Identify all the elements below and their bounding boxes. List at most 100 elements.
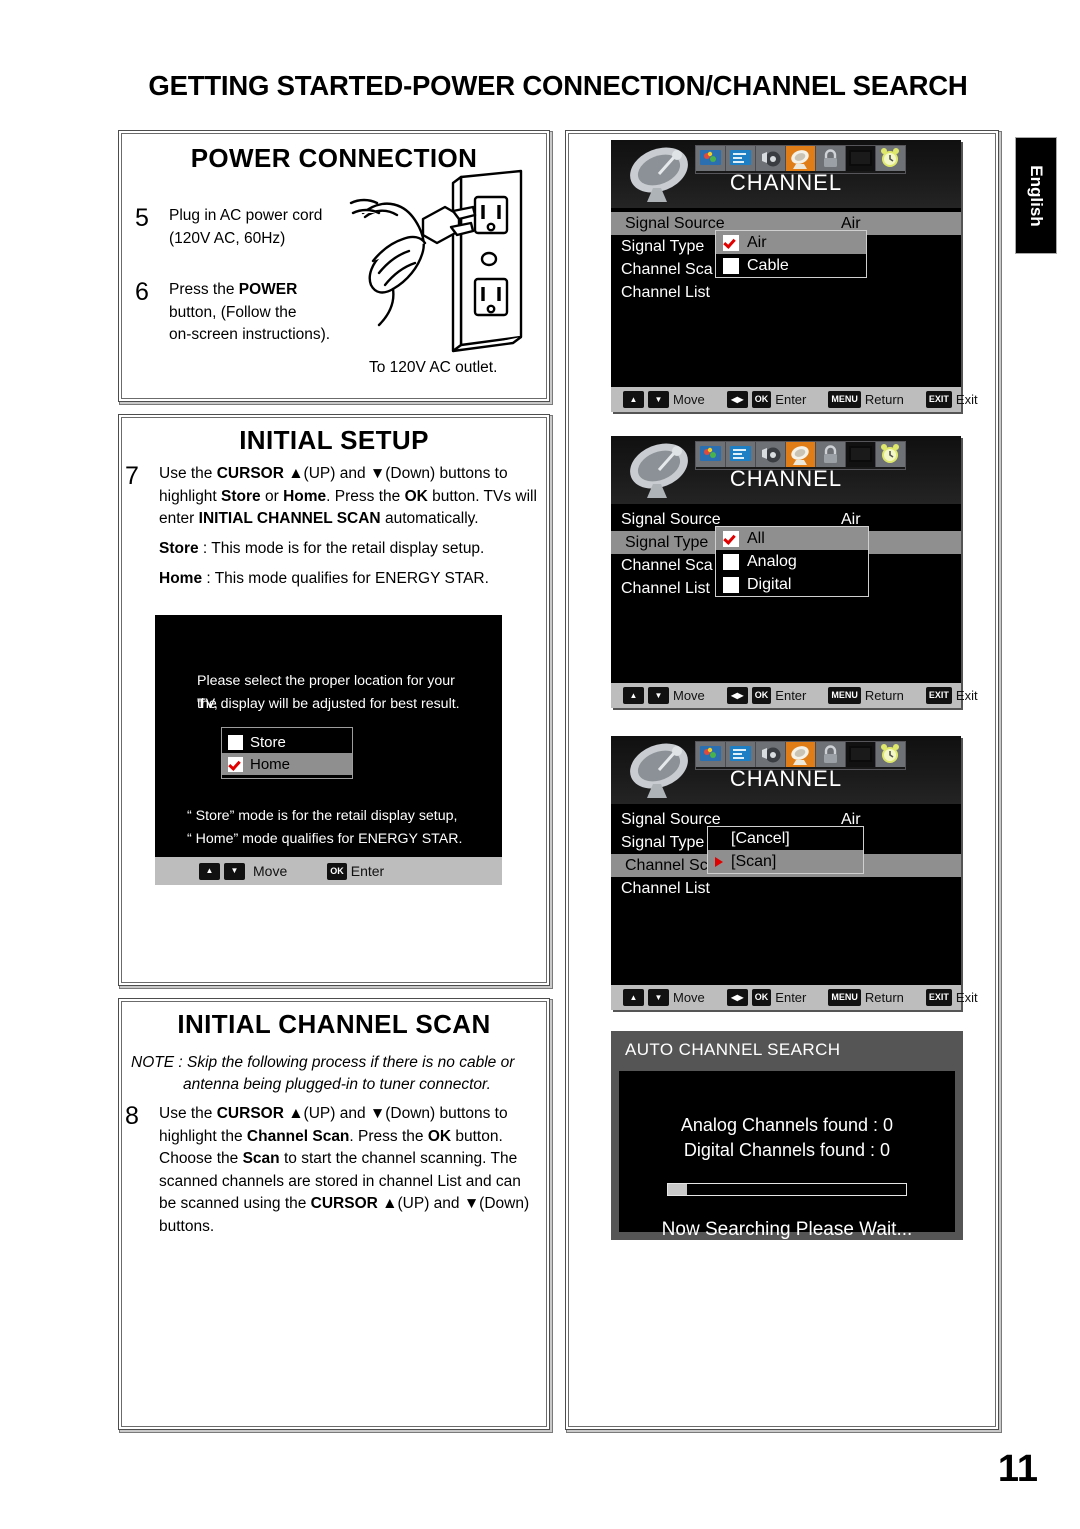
- enter-label: Enter: [775, 392, 807, 407]
- exit-key-icon: EXIT: [925, 687, 952, 704]
- channel-icon[interactable]: [786, 146, 816, 171]
- location-option-store[interactable]: Store: [222, 731, 352, 753]
- lock-icon[interactable]: [816, 146, 846, 171]
- left-right-arrow-icon: ◀▶: [726, 391, 748, 408]
- osd-menu-title: CHANNEL: [729, 466, 843, 491]
- note-line-2: antenna being plugged-in to tuner connec…: [183, 1076, 491, 1093]
- menu-key-icon: MENU: [828, 989, 861, 1006]
- checkbox-all[interactable]: [723, 530, 739, 547]
- popup-option-analog[interactable]: Analog: [716, 550, 868, 573]
- location-option-list[interactable]: Store Home: [221, 727, 353, 779]
- checkbox-store[interactable]: [228, 734, 243, 750]
- note-line-1: Skip the following process if there is n…: [186, 1054, 515, 1071]
- checkbox-home[interactable]: [228, 756, 243, 772]
- osd-header: CHANNEL: [611, 736, 961, 804]
- return-label: Return: [864, 392, 904, 407]
- picture-icon[interactable]: [696, 146, 726, 171]
- step-5-line1: Plug in AC power cord: [169, 207, 323, 224]
- move-label: Move: [673, 688, 705, 703]
- osd-row-channel-list-label: Channel List: [621, 283, 710, 301]
- screen-icon[interactable]: [726, 742, 756, 767]
- osd-row-signal-type-label: Signal Type: [625, 533, 709, 551]
- home-description: Home : This mode qualifies for ENERGY ST…: [159, 570, 539, 588]
- down-arrow-icon: ▼: [648, 687, 669, 704]
- step-5-text: Plug in AC power cord (120V AC, 60Hz): [169, 205, 322, 250]
- popup-option-scan[interactable]: [Scan]: [708, 850, 863, 873]
- language-tab: English: [1015, 137, 1057, 254]
- osd-menu-title: CHANNEL: [729, 170, 843, 195]
- osd-row-channel-list[interactable]: Channel List: [611, 877, 961, 900]
- picture-icon[interactable]: [696, 742, 726, 767]
- auto-channel-search-title: AUTO CHANNEL SEARCH: [625, 1040, 841, 1059]
- time-icon[interactable]: [876, 442, 905, 467]
- osd-row-signal-source-label: Signal Source: [625, 214, 725, 232]
- picture-icon[interactable]: [696, 442, 726, 467]
- ok-key-icon: OK: [327, 862, 347, 880]
- lock-icon[interactable]: [816, 442, 846, 467]
- osd-header: CHANNEL: [611, 140, 961, 208]
- screen-icon[interactable]: [726, 146, 756, 171]
- signal-type-popup[interactable]: All Analog Digital: [715, 526, 869, 597]
- audio-icon[interactable]: [756, 146, 786, 171]
- location-option-home[interactable]: Home: [222, 753, 352, 775]
- checkbox-cable[interactable]: [723, 257, 739, 274]
- auto-channel-search-dialog: AUTO CHANNEL SEARCH Analog Channels foun…: [611, 1031, 963, 1240]
- dialog-nav-bar: ▲ ▼ Move OK Enter: [155, 857, 502, 885]
- checkbox-analog[interactable]: [723, 553, 739, 570]
- exit-label: Exit: [955, 688, 978, 703]
- setup-icon[interactable]: [846, 442, 876, 467]
- popup-option-cable[interactable]: Cable: [716, 254, 866, 277]
- setup-icon[interactable]: [846, 146, 876, 171]
- store-description: Store : This mode is for the retail disp…: [159, 540, 539, 558]
- osd-row-signal-source-label: Signal Source: [621, 810, 721, 828]
- osd-row-channel-list[interactable]: Channel List: [611, 281, 961, 304]
- left-right-arrow-icon: ◀▶: [726, 989, 748, 1006]
- exit-hint: EXIT Exit: [925, 687, 978, 704]
- scan-progress-bar: [667, 1183, 907, 1196]
- exit-hint: EXIT Exit: [925, 391, 978, 408]
- audio-icon[interactable]: [756, 742, 786, 767]
- exit-key-icon: EXIT: [925, 989, 952, 1006]
- audio-icon[interactable]: [756, 442, 786, 467]
- osd-row-channel-scan-label: Channel Sc: [625, 856, 708, 874]
- popup-option-all[interactable]: All: [716, 527, 868, 550]
- store-desc: : This mode is for the retail display se…: [198, 540, 485, 557]
- step-6-text: Press the POWER button, (Follow the on-s…: [169, 279, 330, 347]
- move-hint: ▲ ▼ Move: [623, 989, 705, 1006]
- enter-hint: ◀▶ OK Enter: [726, 989, 806, 1006]
- return-label: Return: [864, 990, 904, 1005]
- step-6-number: 6: [135, 278, 149, 306]
- time-icon[interactable]: [876, 146, 905, 171]
- popup-option-digital[interactable]: Digital: [716, 573, 868, 596]
- channel-icon[interactable]: [786, 742, 816, 767]
- outlet-caption: To 120V AC outlet.: [369, 359, 498, 376]
- up-arrow-icon: ▲: [623, 989, 644, 1006]
- osd-row-channel-scan-label: Channel Sca: [621, 556, 713, 574]
- location-select-dialog: Please select the proper location for yo…: [155, 615, 502, 885]
- checkbox-air[interactable]: [723, 234, 739, 251]
- setup-icon[interactable]: [846, 742, 876, 767]
- step-6-line2: button, (Follow the: [169, 303, 297, 321]
- signal-source-popup[interactable]: Air Cable: [715, 230, 867, 278]
- selection-arrow-icon: [715, 856, 723, 867]
- popup-option-air[interactable]: Air: [716, 231, 866, 254]
- move-label: Move: [673, 392, 705, 407]
- popup-option-scan-label: [Scan]: [731, 852, 777, 870]
- step-6-line3: on-screen instructions).: [169, 326, 331, 343]
- screen-icon[interactable]: [726, 442, 756, 467]
- channel-scan-popup[interactable]: [Cancel] [Scan]: [707, 826, 864, 874]
- return-hint: MENU Return: [828, 391, 904, 408]
- digital-channels-found: Digital Channels found : 0: [683, 1140, 891, 1160]
- osd-row-channel-list-label: Channel List: [621, 879, 710, 897]
- scan-progress-fill: [668, 1184, 688, 1195]
- channel-icon[interactable]: [786, 442, 816, 467]
- lock-icon[interactable]: [816, 742, 846, 767]
- popup-option-cancel[interactable]: [Cancel]: [708, 827, 863, 850]
- popup-option-analog-label: Analog: [747, 552, 797, 570]
- osd-nav-bar: ▲ ▼ Move ◀▶ OK Enter MENU Return EXIT Ex…: [611, 683, 978, 708]
- checkbox-digital[interactable]: [723, 576, 739, 593]
- ok-key-icon: OK: [751, 391, 772, 408]
- time-icon[interactable]: [876, 742, 905, 767]
- auto-channel-search-body: Analog Channels found : 0 Digital Channe…: [619, 1071, 955, 1240]
- step-7-text: Use the CURSOR ▲(UP) and ▼(Down) buttons…: [159, 465, 537, 527]
